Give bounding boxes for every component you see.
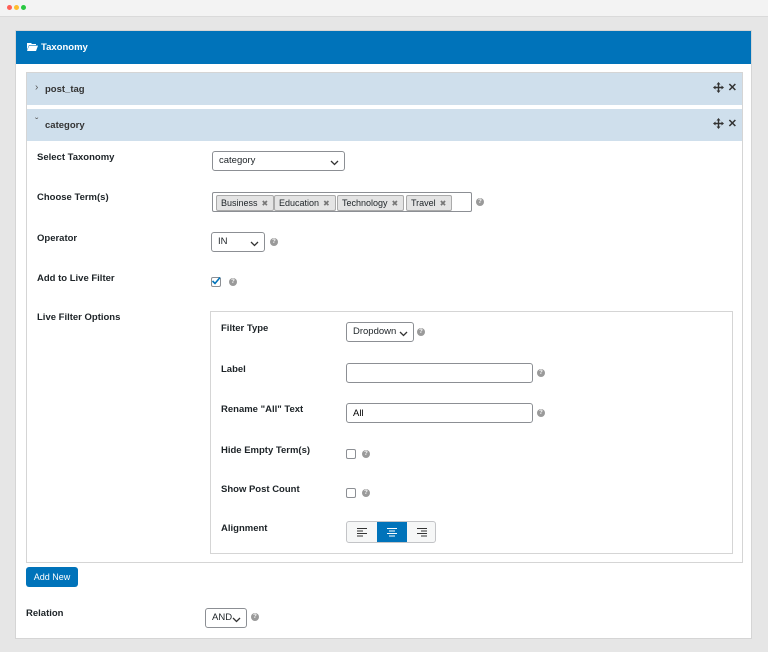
- help-icon[interactable]: ?: [417, 328, 425, 336]
- checkmark-icon: [211, 276, 221, 285]
- select-taxonomy-dropdown[interactable]: category: [212, 151, 345, 171]
- alignment-label: Alignment: [221, 523, 268, 534]
- help-icon[interactable]: ?: [476, 198, 484, 206]
- help-icon[interactable]: ?: [537, 409, 545, 417]
- term-tag-label: Education: [279, 198, 320, 208]
- live-filter-options-box: Filter Type Dropdown ? Label ? Rename "A…: [210, 311, 733, 554]
- accordion-post-tag[interactable]: › post_tag ✕: [27, 73, 742, 105]
- accordion-category[interactable]: ˇ category ✕: [27, 109, 742, 141]
- term-tag-label: Technology: [342, 198, 388, 208]
- rename-all-input[interactable]: [346, 403, 533, 423]
- move-icon[interactable]: [713, 118, 724, 132]
- remove-tag-icon[interactable]: ✖: [440, 199, 447, 208]
- operator-label: Operator: [37, 233, 78, 244]
- term-tag[interactable]: Business ✖: [216, 195, 275, 211]
- help-icon[interactable]: ?: [229, 278, 237, 286]
- help-icon[interactable]: ?: [362, 489, 370, 497]
- align-center-button[interactable]: [377, 522, 407, 542]
- term-tag[interactable]: Education ✖: [274, 195, 336, 211]
- close-window-dot[interactable]: [7, 5, 12, 10]
- help-icon[interactable]: ?: [362, 450, 370, 458]
- maximize-window-dot[interactable]: [21, 5, 26, 10]
- choose-terms-label: Choose Term(s): [37, 192, 109, 203]
- close-icon[interactable]: ✕: [728, 82, 737, 94]
- live-filter-options-label: Live Filter Options: [37, 312, 121, 323]
- term-tag[interactable]: Travel ✖: [406, 195, 453, 211]
- add-live-filter-checkbox[interactable]: [211, 276, 221, 287]
- align-right-icon: [417, 528, 427, 537]
- filter-type-dropdown[interactable]: Dropdown: [346, 322, 414, 342]
- chevron-down-icon: [232, 613, 241, 631]
- panel-title: Taxonomy: [41, 42, 88, 53]
- accordion-title: category: [45, 120, 85, 131]
- help-icon[interactable]: ?: [270, 238, 278, 246]
- relation-dropdown[interactable]: AND: [205, 608, 247, 628]
- align-center-icon: [387, 528, 397, 537]
- relation-label: Relation: [26, 608, 64, 619]
- alignment-button-group: [346, 521, 436, 543]
- term-tag-label: Business: [221, 198, 258, 208]
- remove-tag-icon[interactable]: ✖: [392, 199, 399, 208]
- label-field-label: Label: [221, 364, 246, 375]
- terms-multiselect[interactable]: Business ✖ Education ✖ Technology ✖ Travel ✖: [212, 192, 472, 212]
- operator-value: IN: [218, 236, 228, 247]
- filter-type-value: Dropdown: [353, 326, 397, 337]
- close-icon[interactable]: ✕: [728, 118, 737, 130]
- help-icon[interactable]: ?: [537, 369, 545, 377]
- show-count-label: Show Post Count: [221, 484, 300, 495]
- add-live-filter-label: Add to Live Filter: [37, 273, 115, 284]
- hide-empty-label: Hide Empty Term(s): [221, 445, 311, 456]
- align-left-icon: [357, 528, 367, 537]
- select-taxonomy-value: category: [219, 155, 256, 166]
- chevron-down-icon: [250, 237, 259, 255]
- window-titlebar: [0, 0, 768, 17]
- rename-all-label: Rename "All" Text: [221, 404, 304, 415]
- chevron-down-icon: [330, 156, 339, 174]
- minimize-window-dot[interactable]: [14, 5, 19, 10]
- move-icon[interactable]: [713, 82, 724, 96]
- folder-open-icon: [27, 42, 38, 54]
- align-right-button[interactable]: [407, 522, 435, 542]
- chevron-down-icon: [399, 327, 408, 345]
- align-left-button[interactable]: [347, 522, 377, 542]
- remove-tag-icon[interactable]: ✖: [323, 199, 330, 208]
- add-new-button[interactable]: Add New: [26, 567, 78, 587]
- remove-tag-icon[interactable]: ✖: [262, 199, 269, 208]
- filter-type-label: Filter Type: [221, 323, 269, 334]
- taxonomy-repeater: › post_tag ✕ ˇ category ✕ Select Taxonom…: [26, 72, 743, 563]
- accordion-title: post_tag: [45, 84, 85, 95]
- label-input[interactable]: [346, 363, 533, 383]
- chevron-down-icon: ˇ: [35, 117, 39, 128]
- term-tag-label: Travel: [411, 198, 436, 208]
- taxonomy-panel-header: Taxonomy: [16, 31, 751, 64]
- relation-value: AND: [212, 612, 233, 623]
- term-tag[interactable]: Technology ✖: [337, 195, 405, 211]
- operator-dropdown[interactable]: IN: [211, 232, 265, 252]
- hide-empty-checkbox[interactable]: [346, 449, 356, 459]
- chevron-right-icon: ›: [35, 82, 39, 93]
- show-count-checkbox[interactable]: [346, 488, 356, 498]
- help-icon[interactable]: ?: [251, 613, 259, 621]
- select-taxonomy-label: Select Taxonomy: [37, 152, 115, 163]
